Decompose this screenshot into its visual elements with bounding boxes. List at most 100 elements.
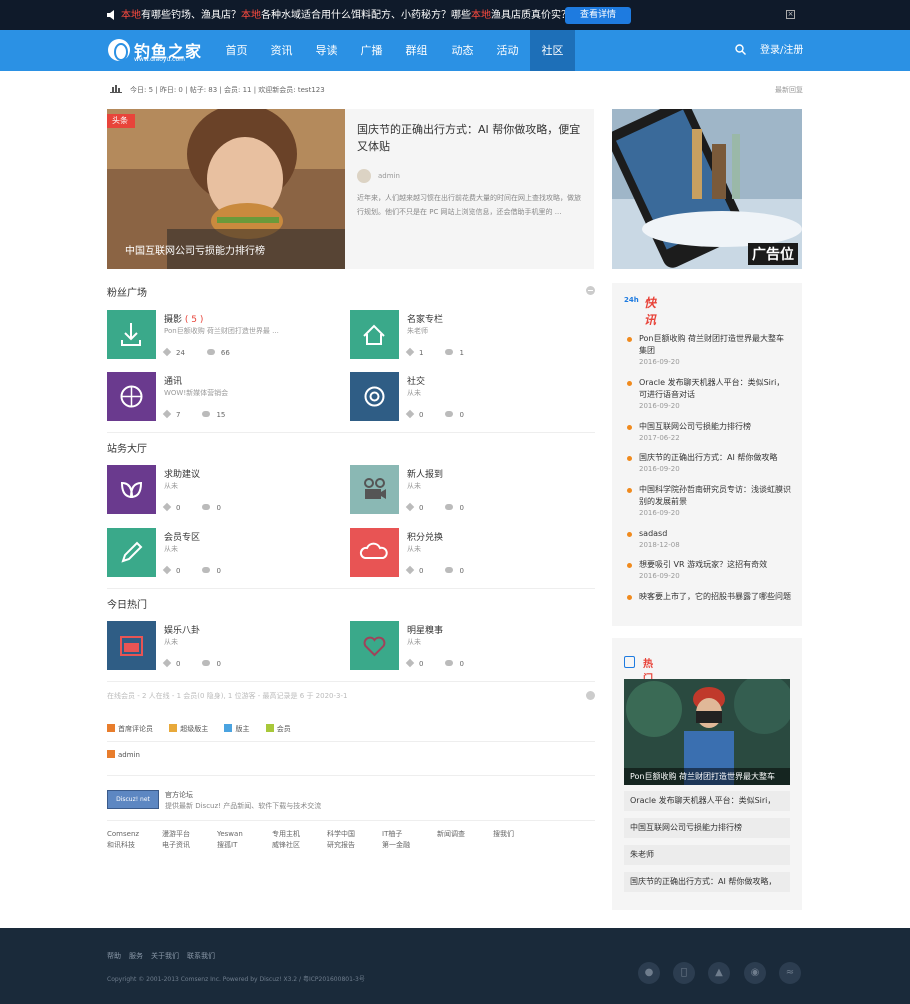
nav-item-events[interactable]: 活动 bbox=[485, 30, 530, 71]
news-title[interactable]: Pon巨额收购 荷兰财团打造世界最大整车集团 bbox=[639, 333, 791, 357]
headline-article-title[interactable]: 国庆节的正确出行方式：AI 帮你做攻略，便宜又体贴 bbox=[357, 121, 582, 155]
forum-last-post[interactable]: 从未 bbox=[407, 637, 421, 647]
news-title[interactable]: Oracle 发布聊天机器人平台：类似Siri，可进行语音对话 bbox=[639, 377, 791, 401]
footer-link-help[interactable]: 帮助 bbox=[107, 952, 121, 960]
author-name[interactable]: admin bbox=[378, 172, 400, 180]
nav-item-news[interactable]: 资讯 bbox=[259, 30, 304, 71]
friend-link[interactable]: 科学中国 bbox=[327, 829, 355, 840]
friend-link[interactable]: 漫游平台 bbox=[162, 829, 190, 840]
section-header[interactable]: 站务大厅 bbox=[107, 440, 595, 455]
news-item[interactable]: Pon巨额收购 荷兰财团打造世界最大整车集团 2016-09-20 bbox=[627, 333, 792, 366]
latest-replies-link[interactable]: 最新回复 bbox=[775, 85, 803, 95]
announcement-text[interactable]: 本地有哪些钓场、渔具店？本地各种水域适合用什么饵料配方、小药秘方？哪些本地渔具店… bbox=[121, 9, 571, 22]
news-title[interactable]: 中国互联网公司亏损能力排行榜 bbox=[639, 421, 791, 433]
friend-link[interactable]: 新闻调查 bbox=[437, 829, 465, 840]
nav-item-groups[interactable]: 群组 bbox=[394, 30, 439, 71]
forum-item[interactable]: 新人报到 从未 00 bbox=[350, 465, 580, 515]
forum-name[interactable]: 娱乐八卦 bbox=[164, 623, 200, 636]
forum-last-post[interactable]: 从未 bbox=[407, 481, 421, 491]
forum-item[interactable]: 积分兑换 从未 00 bbox=[350, 528, 580, 578]
forum-last-post[interactable]: 从未 bbox=[407, 388, 421, 398]
forum-item[interactable]: 娱乐八卦 从未 00 bbox=[107, 621, 337, 671]
forum-name[interactable]: 明星糗事 bbox=[407, 623, 443, 636]
friend-link[interactable]: 研究报告 bbox=[327, 840, 355, 851]
online-user[interactable]: admin bbox=[107, 750, 140, 759]
official-forum-title[interactable]: 官方论坛 bbox=[165, 790, 193, 800]
hot-topic-item[interactable]: 中国互联网公司亏损能力排行榜 bbox=[624, 818, 790, 838]
footer-link-service[interactable]: 服务 bbox=[129, 952, 143, 960]
forum-last-post[interactable]: 从未 bbox=[164, 637, 178, 647]
friend-link[interactable]: 搜我们 bbox=[493, 829, 514, 840]
apple-icon[interactable]:  bbox=[673, 962, 695, 984]
nav-item-home[interactable]: 首页 bbox=[214, 30, 259, 71]
section-header[interactable]: 今日热门 bbox=[107, 596, 595, 611]
search-icon[interactable] bbox=[735, 44, 746, 55]
forum-item[interactable]: 摄影 ( 5 ) Pon巨额收购 荷兰财团打造世界最 ... 24 66 bbox=[107, 310, 337, 360]
hot-topic-featured[interactable]: Pon巨额收购 荷兰财团打造世界最大整车 bbox=[624, 679, 790, 785]
forum-item[interactable]: 名家专栏 朱老师 11 bbox=[350, 310, 580, 360]
news-item[interactable]: 映客要上市了，它的招股书暴露了哪些问题 bbox=[627, 591, 792, 607]
friend-link[interactable]: Yeswan bbox=[217, 829, 243, 840]
forum-item[interactable]: 通讯 WOW!新媒体营销会 7 15 bbox=[107, 372, 337, 422]
news-item[interactable]: 中国互联网公司亏损能力排行榜 2017-06-22 bbox=[627, 421, 792, 442]
footer-link-about[interactable]: 关于我们 bbox=[151, 952, 179, 960]
footer-link-contact[interactable]: 联系我们 bbox=[187, 952, 215, 960]
news-item[interactable]: 国庆节的正确出行方式：AI 帮你做攻略 2016-09-20 bbox=[627, 452, 792, 473]
forum-name[interactable]: 会员专区 bbox=[164, 530, 200, 543]
section-header[interactable]: 粉丝广场 bbox=[107, 284, 595, 299]
view-details-button[interactable]: 查看详情 bbox=[565, 7, 631, 24]
forum-name[interactable]: 摄影 ( 5 ) bbox=[164, 312, 203, 325]
nav-item-guide[interactable]: 导读 bbox=[304, 30, 349, 71]
friend-link[interactable]: 威锋社区 bbox=[272, 840, 300, 851]
forum-item[interactable]: 社交 从未 00 bbox=[350, 372, 580, 422]
news-item[interactable]: Oracle 发布聊天机器人平台：类似Siri，可进行语音对话 2016-09-2… bbox=[627, 377, 792, 410]
news-item[interactable]: 想要吸引 VR 游戏玩家？这招有奇效 2016-09-20 bbox=[627, 559, 792, 580]
hot-topic-item[interactable]: Oracle 发布聊天机器人平台：类似Siri， bbox=[624, 791, 790, 811]
forum-last-post[interactable]: 朱老师 bbox=[407, 326, 428, 336]
friend-link[interactable]: 搜孤IT bbox=[217, 840, 243, 851]
nav-item-broadcast[interactable]: 广播 bbox=[349, 30, 394, 71]
news-title[interactable]: 中国科学院孙哲南研究员专访：浅谈虹膜识别的发展前景 bbox=[639, 484, 791, 508]
nav-item-community[interactable]: 社区 bbox=[530, 30, 575, 71]
android-icon[interactable]: ▲ bbox=[708, 962, 730, 984]
forum-name[interactable]: 名家专栏 bbox=[407, 312, 443, 325]
wechat-icon[interactable]: ● bbox=[638, 962, 660, 984]
forum-item[interactable]: 明星糗事 从未 00 bbox=[350, 621, 580, 671]
collapse-icon[interactable] bbox=[586, 691, 595, 700]
forum-last-post[interactable]: 从未 bbox=[164, 481, 178, 491]
rss-icon[interactable]: ≈ bbox=[779, 962, 801, 984]
headline-caption[interactable]: 中国互联网公司亏损能力排行榜 bbox=[125, 242, 265, 257]
news-title[interactable]: 映客要上市了，它的招股书暴露了哪些问题 bbox=[639, 591, 791, 603]
forum-item[interactable]: 会员专区 从未 00 bbox=[107, 528, 337, 578]
news-title[interactable]: 想要吸引 VR 游戏玩家？这招有奇效 bbox=[639, 559, 791, 571]
forum-name[interactable]: 积分兑换 bbox=[407, 530, 443, 543]
forum-name[interactable]: 新人报到 bbox=[407, 467, 443, 480]
friend-link[interactable]: Comsenz bbox=[107, 829, 139, 840]
forum-name[interactable]: 通讯 bbox=[164, 374, 182, 387]
news-item[interactable]: sadasd 2018-12-08 bbox=[627, 528, 792, 549]
forum-last-post[interactable]: WOW!新媒体营销会 bbox=[164, 388, 228, 398]
ad-banner[interactable]: 广告位 bbox=[612, 109, 802, 269]
forum-name[interactable]: 社交 bbox=[407, 374, 425, 387]
nav-item-feed[interactable]: 动态 bbox=[440, 30, 485, 71]
author-avatar[interactable] bbox=[357, 169, 371, 183]
news-title[interactable]: 国庆节的正确出行方式：AI 帮你做攻略 bbox=[639, 452, 791, 464]
friend-link[interactable]: IT柚子 bbox=[382, 829, 410, 840]
hot-topic-item[interactable]: 朱老师 bbox=[624, 845, 790, 865]
news-item[interactable]: 中国科学院孙哲南研究员专访：浅谈虹膜识别的发展前景 2016-09-20 bbox=[627, 484, 792, 517]
friend-link[interactable]: 第一金融 bbox=[382, 840, 410, 851]
official-forum-link[interactable]: Discuz! net 官方论坛 提供最新 Discuz! 产品新闻、软件下载与… bbox=[107, 790, 595, 814]
forum-item[interactable]: 求助建议 从未 00 bbox=[107, 465, 337, 515]
weibo-icon[interactable]: ◉ bbox=[744, 962, 766, 984]
friend-link[interactable]: 专用主机 bbox=[272, 829, 300, 840]
hot-topic-item[interactable]: 国庆节的正确出行方式：AI 帮你做攻略， bbox=[624, 872, 790, 892]
hot-topic-caption[interactable]: Pon巨额收购 荷兰财团打造世界最大整车 bbox=[624, 768, 790, 785]
headline-image[interactable]: 头条 中国互联网公司亏损能力排行榜 bbox=[107, 109, 345, 269]
close-icon[interactable]: × bbox=[786, 10, 795, 19]
forum-last-post[interactable]: Pon巨额收购 荷兰财团打造世界最 ... bbox=[164, 326, 279, 336]
login-register-link[interactable]: 登录/注册 bbox=[760, 30, 803, 71]
collapse-icon[interactable] bbox=[586, 286, 595, 295]
friend-link[interactable]: 电子资讯 bbox=[162, 840, 190, 851]
forum-last-post[interactable]: 从未 bbox=[407, 544, 421, 554]
friend-link[interactable]: 和讯科技 bbox=[107, 840, 139, 851]
